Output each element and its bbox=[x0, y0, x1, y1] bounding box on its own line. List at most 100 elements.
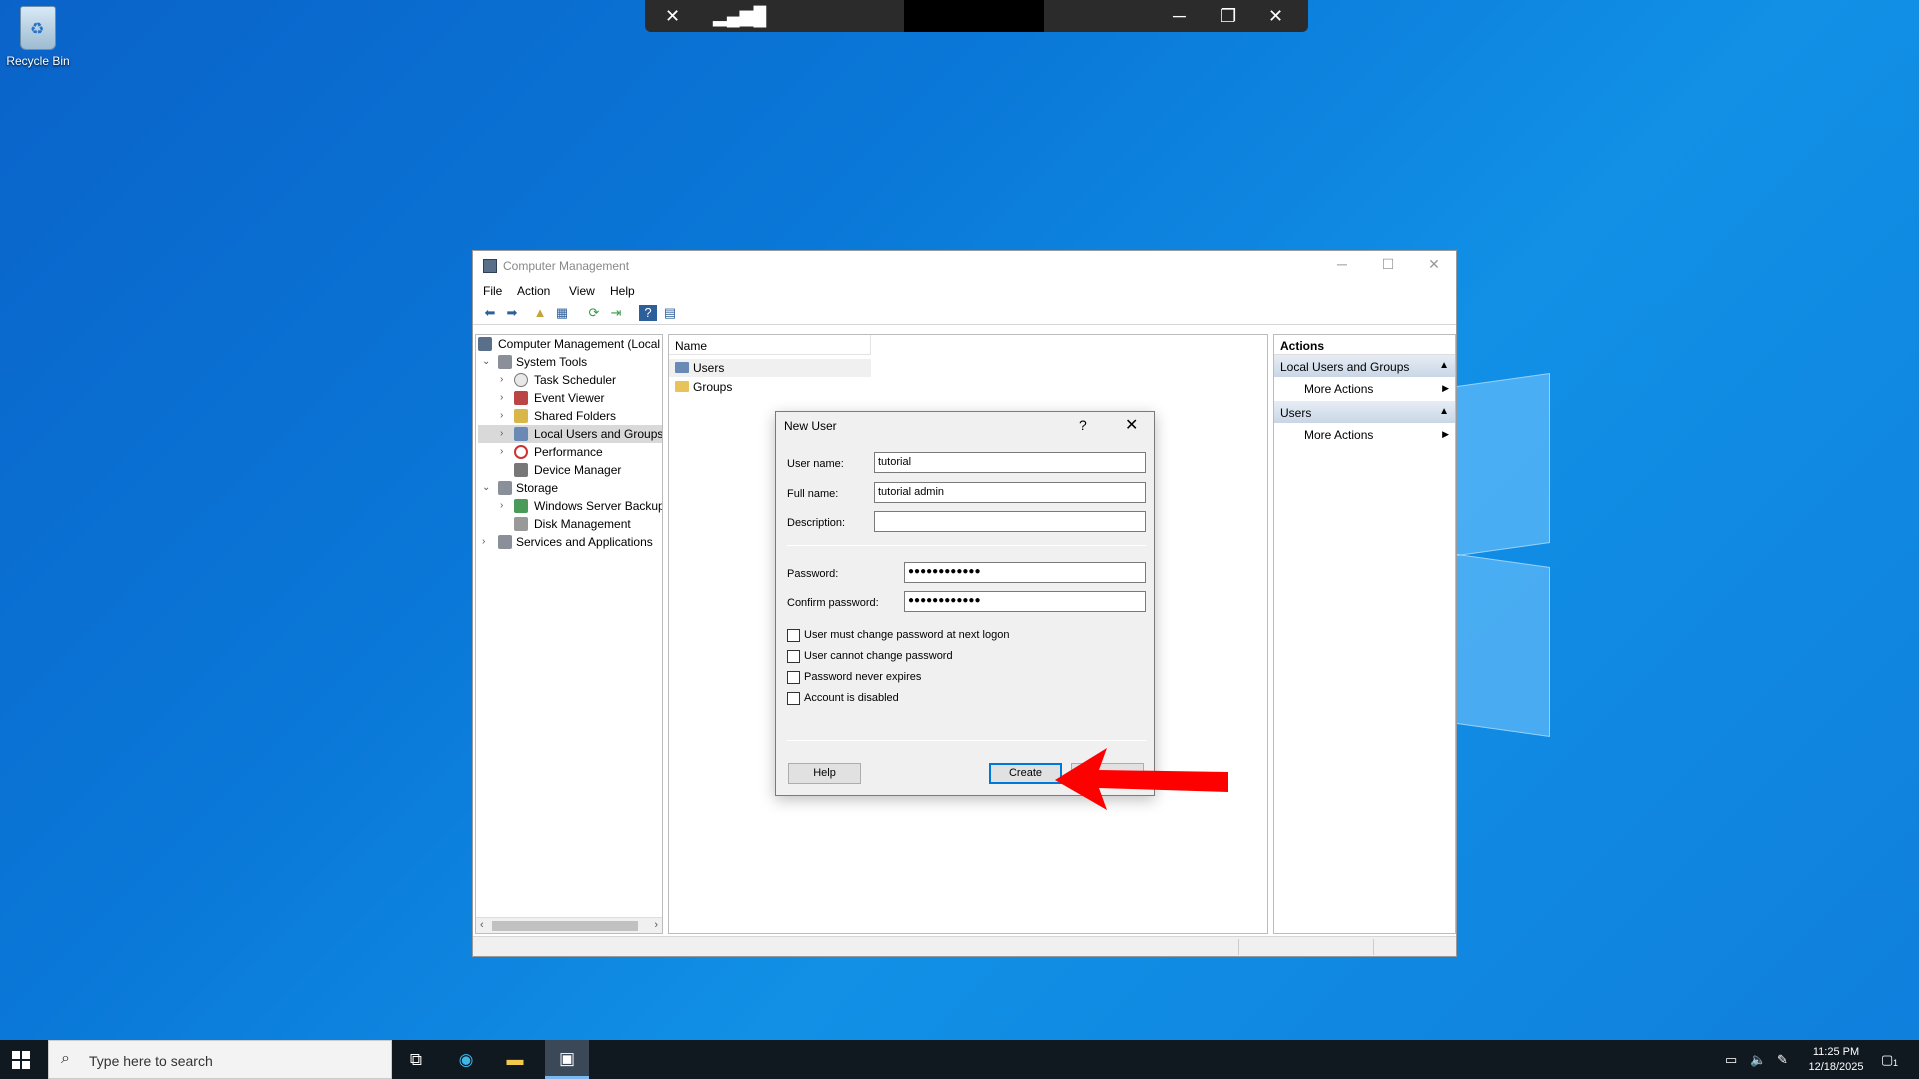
checkbox-box[interactable] bbox=[787, 649, 800, 663]
password-field[interactable]: ●●●●●●●●●●●● bbox=[904, 562, 1146, 583]
taskbar-search-box[interactable]: ⌕ Type here to search bbox=[48, 1040, 392, 1079]
expand-icon[interactable]: › bbox=[500, 497, 510, 515]
username-field[interactable]: tutorial bbox=[874, 452, 1146, 473]
status-divider bbox=[1373, 939, 1374, 955]
collapse-arrow-icon[interactable]: ▲ bbox=[1439, 360, 1449, 371]
up-folder-icon[interactable]: ▲ bbox=[531, 305, 549, 321]
checkbox-box[interactable] bbox=[787, 628, 800, 642]
expand-icon[interactable]: › bbox=[500, 443, 510, 461]
tree-windows-server-backup[interactable]: › Windows Server Backup bbox=[478, 497, 662, 515]
tree-performance[interactable]: › Performance bbox=[478, 443, 603, 461]
fullname-field[interactable]: tutorial admin bbox=[874, 482, 1146, 503]
scroll-left-icon[interactable]: ‹ bbox=[480, 919, 484, 931]
shared-folder-icon bbox=[514, 409, 528, 423]
clock-time: 11:25 PM bbox=[1812, 1046, 1860, 1058]
close-button[interactable]: ✕ bbox=[1419, 256, 1449, 273]
tree-storage[interactable]: ⌄ Storage bbox=[478, 479, 558, 497]
start-button-icon[interactable] bbox=[12, 1051, 30, 1069]
list-item-users[interactable]: Users bbox=[669, 359, 871, 377]
tree-horizontal-scrollbar[interactable]: ‹ › bbox=[476, 917, 662, 933]
expand-icon[interactable]: › bbox=[500, 389, 510, 407]
tree-system-tools[interactable]: ⌄ System Tools bbox=[478, 353, 587, 371]
description-label: Description: bbox=[787, 517, 846, 529]
tree-root[interactable]: Computer Management (Local bbox=[478, 335, 660, 353]
tree-local-users-groups[interactable]: › Local Users and Groups bbox=[478, 425, 662, 443]
more-actions-local-users[interactable]: More Actions ▶ bbox=[1274, 377, 1455, 401]
menu-file[interactable]: File bbox=[483, 284, 502, 298]
volume-muted-icon[interactable]: 🔈 bbox=[1750, 1052, 1766, 1068]
file-explorer-icon[interactable]: ▬ bbox=[503, 1048, 527, 1072]
expand-icon[interactable]: › bbox=[500, 407, 510, 425]
expand-icon[interactable]: › bbox=[500, 425, 510, 443]
export-list-icon[interactable]: ⇥ bbox=[607, 305, 625, 321]
restore-icon[interactable]: ❐ bbox=[1220, 5, 1236, 27]
collapse-icon[interactable]: ⌄ bbox=[482, 353, 492, 371]
password-label: Password: bbox=[787, 568, 839, 580]
window-title: Computer Management bbox=[503, 259, 630, 273]
network-icon[interactable]: ▭ bbox=[1725, 1052, 1737, 1068]
refresh-icon[interactable]: ⟳ bbox=[585, 305, 603, 321]
checkbox-box[interactable] bbox=[787, 691, 800, 705]
task-view-icon[interactable]: ⧉ bbox=[404, 1048, 428, 1072]
back-icon[interactable]: ⬅ bbox=[481, 305, 499, 321]
disk-icon bbox=[514, 517, 528, 531]
dialog-close-button[interactable]: ✕ bbox=[1125, 415, 1138, 435]
submenu-arrow-icon: ▶ bbox=[1442, 383, 1449, 393]
show-action-pane-icon[interactable]: ▤ bbox=[661, 305, 679, 321]
connection-signal-icon[interactable]: ▂▄▆█ bbox=[713, 5, 766, 27]
folder-icon bbox=[675, 381, 689, 392]
more-actions-users[interactable]: More Actions ▶ bbox=[1274, 423, 1455, 447]
menu-action[interactable]: Action bbox=[517, 284, 550, 298]
dialog-help-button[interactable]: ? bbox=[1079, 417, 1087, 433]
unpin-icon[interactable]: ✕ bbox=[665, 5, 680, 27]
cannot-change-password-checkbox[interactable]: User cannot change password bbox=[787, 649, 953, 663]
expand-icon[interactable]: › bbox=[500, 371, 510, 389]
help-icon[interactable]: ? bbox=[639, 305, 657, 321]
actions-section-users[interactable]: Users ▲ bbox=[1274, 401, 1455, 423]
device-manager-icon bbox=[514, 463, 528, 477]
actions-section-local-users[interactable]: Local Users and Groups ▲ bbox=[1274, 355, 1455, 377]
expand-icon[interactable]: › bbox=[482, 533, 492, 551]
menu-view[interactable]: View bbox=[569, 284, 595, 298]
minimize-icon[interactable]: ─ bbox=[1173, 5, 1186, 27]
description-field[interactable] bbox=[874, 511, 1146, 532]
edge-browser-icon[interactable]: ◉ bbox=[454, 1048, 478, 1072]
tree-services-apps[interactable]: › Services and Applications bbox=[478, 533, 653, 551]
pen-icon[interactable]: ✎ bbox=[1777, 1052, 1788, 1068]
maximize-button[interactable]: ☐ bbox=[1373, 256, 1403, 273]
menu-help[interactable]: Help bbox=[610, 284, 635, 298]
computer-management-icon bbox=[478, 337, 492, 351]
notification-center-icon[interactable]: ▢ bbox=[1881, 1052, 1893, 1068]
must-change-password-checkbox[interactable]: User must change password at next logon bbox=[787, 628, 1009, 642]
tree-device-manager[interactable]: Device Manager bbox=[478, 461, 621, 479]
show-hide-tree-icon[interactable]: ▦ bbox=[553, 305, 571, 321]
system-clock[interactable]: 11:25 PM 12/18/2025 bbox=[1800, 1045, 1872, 1075]
status-divider bbox=[1238, 939, 1239, 955]
close-icon[interactable]: ✕ bbox=[1268, 5, 1283, 27]
recycle-bin-icon[interactable]: Recycle Bin bbox=[6, 6, 70, 68]
checkbox-box[interactable] bbox=[787, 670, 800, 684]
forward-icon[interactable]: ➡ bbox=[503, 305, 521, 321]
confirm-password-field[interactable]: ●●●●●●●●●●●● bbox=[904, 591, 1146, 612]
password-never-expires-checkbox[interactable]: Password never expires bbox=[787, 670, 921, 684]
collapse-arrow-icon[interactable]: ▲ bbox=[1439, 406, 1449, 417]
collapse-icon[interactable]: ⌄ bbox=[482, 479, 492, 497]
scroll-right-icon[interactable]: › bbox=[654, 919, 658, 931]
search-icon: ⌕ bbox=[61, 1050, 70, 1067]
tree-task-scheduler[interactable]: › Task Scheduler bbox=[478, 371, 616, 389]
create-button[interactable]: Create bbox=[989, 763, 1062, 784]
help-button[interactable]: Help bbox=[788, 763, 861, 784]
account-disabled-checkbox[interactable]: Account is disabled bbox=[787, 691, 899, 705]
tree-shared-folders[interactable]: › Shared Folders bbox=[478, 407, 616, 425]
recycle-bin-label: Recycle Bin bbox=[6, 54, 70, 68]
divider bbox=[787, 545, 1146, 546]
minimize-button[interactable]: ─ bbox=[1327, 256, 1357, 272]
new-user-dialog: New User ? ✕ User name: tutorial Full na… bbox=[775, 411, 1155, 796]
list-item-groups[interactable]: Groups bbox=[669, 378, 871, 396]
tree-disk-management[interactable]: Disk Management bbox=[478, 515, 631, 533]
computer-management-taskbar-button[interactable]: ▣ bbox=[545, 1040, 589, 1079]
dialog-title: New User bbox=[784, 419, 837, 433]
column-header-name[interactable]: Name bbox=[669, 335, 871, 355]
tree-event-viewer[interactable]: › Event Viewer bbox=[478, 389, 604, 407]
scrollbar-thumb[interactable] bbox=[492, 921, 638, 931]
